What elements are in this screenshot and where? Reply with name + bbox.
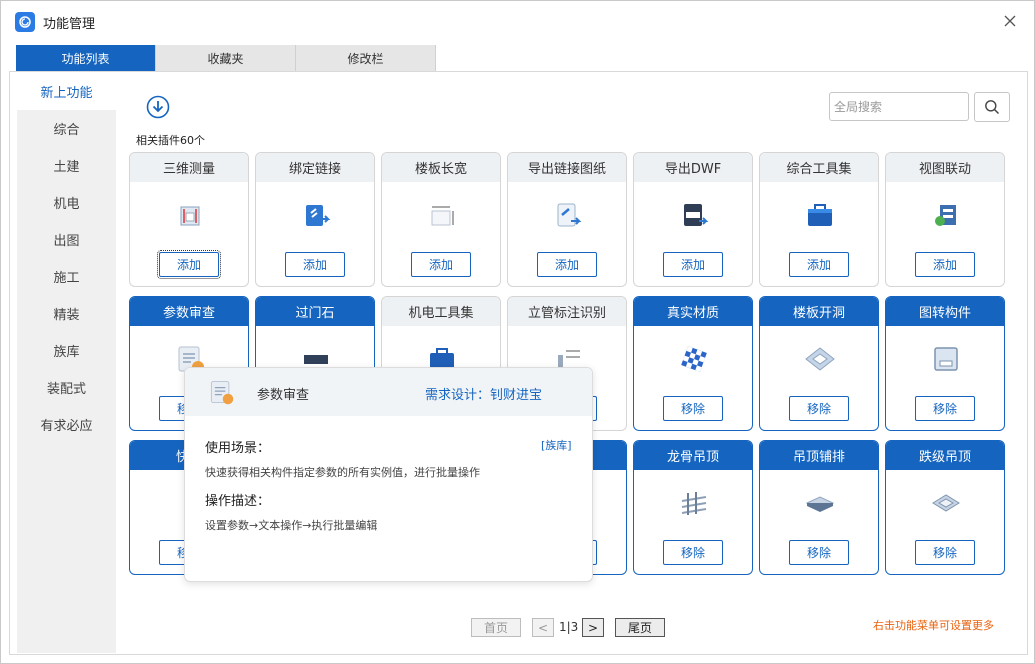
popup-header: 参数审查 需求设计：钊财进宝 xyxy=(185,368,592,416)
sidebar-item-drawing[interactable]: 出图 xyxy=(17,221,116,258)
sidebar-item-family-library[interactable]: 族库 xyxy=(17,332,116,369)
add-button[interactable]: 添加 xyxy=(537,252,597,277)
card-title: 立管标注识别 xyxy=(508,297,626,326)
card-title: 视图联动 xyxy=(886,153,1004,182)
popup-requirement: 需求设计：钊财进宝 xyxy=(425,388,543,403)
toolbox-icon xyxy=(808,204,832,226)
function-manager-window: 功能管理 功能列表 收藏夹 修改栏 新上功能 综合 土建 机电 出图 施工 精装… xyxy=(0,0,1035,664)
card-title: 图转构件 xyxy=(886,297,1004,326)
plugin-card-ceiling-layout: 吊顶铺排 移除 xyxy=(759,440,879,575)
plugin-card-stepped-ceiling: 跌级吊顶 移除 xyxy=(885,440,1005,575)
sidebar-item-general[interactable]: 综合 xyxy=(17,110,116,147)
app-logo-icon xyxy=(15,12,35,32)
parameter-review-icon xyxy=(210,381,234,405)
family-library-link[interactable]: [族库] xyxy=(541,437,572,453)
measure-3d-icon xyxy=(180,206,200,226)
ceiling-layout-icon xyxy=(805,496,835,512)
sidebar-item-finishing[interactable]: 精装 xyxy=(17,295,116,332)
slab-opening-icon xyxy=(805,347,835,371)
sidebar-item-construction[interactable]: 施工 xyxy=(17,258,116,295)
card-title: 综合工具集 xyxy=(760,153,878,182)
sidebar-item-prefab[interactable]: 装配式 xyxy=(17,369,116,406)
plugin-card-export-link-drawing: 导出链接图纸 添加 xyxy=(507,152,627,287)
search-icon xyxy=(985,100,1000,115)
card-title: 龙骨吊顶 xyxy=(634,441,752,470)
card-title: 参数审查 xyxy=(130,297,248,326)
close-icon[interactable] xyxy=(1000,11,1020,31)
context-menu-hint: 右击功能菜单可设置更多 xyxy=(873,619,994,632)
tab-favorites[interactable]: 收藏夹 xyxy=(156,45,296,71)
keel-ceiling-icon xyxy=(681,492,707,515)
category-sidebar: 新上功能 综合 土建 机电 出图 施工 精装 族库 装配式 有求必应 xyxy=(17,73,116,653)
add-button[interactable]: 添加 xyxy=(915,252,975,277)
remove-button[interactable]: 移除 xyxy=(663,396,723,421)
card-title: 三维测量 xyxy=(130,153,248,182)
add-button[interactable]: 添加 xyxy=(789,252,849,277)
remove-button[interactable]: 移除 xyxy=(915,540,975,565)
plugin-card-keel-ceiling: 龙骨吊顶 移除 xyxy=(633,440,753,575)
prev-page-button[interactable]: < xyxy=(532,618,554,637)
plugin-card-drawing-to-component: 图转构件 移除 xyxy=(885,296,1005,431)
drawing-to-component-icon xyxy=(934,347,958,371)
card-title: 楼板开洞 xyxy=(760,297,878,326)
plugin-card-3d-measure: 三维测量 添加 xyxy=(129,152,249,287)
tab-bar: 功能列表 收藏夹 修改栏 xyxy=(16,45,436,71)
sidebar-item-mep[interactable]: 机电 xyxy=(17,184,116,221)
tab-edit-bar[interactable]: 修改栏 xyxy=(296,45,436,71)
operation-heading: 操作描述： xyxy=(205,494,271,509)
bind-link-icon xyxy=(306,205,331,226)
remove-button[interactable]: 移除 xyxy=(915,396,975,421)
plugin-card-slab-opening: 楼板开洞 移除 xyxy=(759,296,879,431)
usage-scenario-text: 快速获得相关构件指定参数的所有实例值，进行批量操作 xyxy=(205,466,480,479)
plugin-card-view-sync: 视图联动 添加 xyxy=(885,152,1005,287)
title-bar: 功能管理 xyxy=(1,1,1034,41)
plugin-card-slab-dimension: 楼板长宽 添加 xyxy=(381,152,501,287)
next-page-button[interactable]: > xyxy=(582,618,604,637)
tab-function-list[interactable]: 功能列表 xyxy=(16,45,156,71)
plugin-card-bind-link: 绑定链接 添加 xyxy=(255,152,375,287)
sidebar-item-requests[interactable]: 有求必应 xyxy=(17,406,116,443)
plugin-count-label: 相关插件60个 xyxy=(136,134,205,147)
plugin-card-export-dwf: 导出DWF 添加 xyxy=(633,152,753,287)
page-indicator: 1|3 xyxy=(559,620,579,634)
card-title: 吊顶铺排 xyxy=(760,441,878,470)
card-title: 过门石 xyxy=(256,297,374,326)
plugin-card-toolbox: 综合工具集 添加 xyxy=(759,152,879,287)
download-icon[interactable] xyxy=(146,95,170,119)
card-title: 机电工具集 xyxy=(382,297,500,326)
search-button[interactable] xyxy=(974,92,1010,122)
add-button[interactable]: 添加 xyxy=(663,252,723,277)
popup-plugin-name: 参数审查 xyxy=(257,388,310,403)
export-link-drawing-icon xyxy=(557,203,582,227)
add-button[interactable]: 添加 xyxy=(157,250,221,279)
card-title: 楼板长宽 xyxy=(382,153,500,182)
plugin-card-material: 真实材质 移除 xyxy=(633,296,753,431)
card-title: 跌级吊顶 xyxy=(886,441,1004,470)
global-search-input[interactable] xyxy=(829,92,969,121)
add-button[interactable]: 添加 xyxy=(285,252,345,277)
usage-scenario-heading: 使用场景： xyxy=(205,441,271,456)
view-sync-icon xyxy=(935,205,956,226)
remove-button[interactable]: 移除 xyxy=(789,396,849,421)
first-page-button[interactable]: 首页 xyxy=(471,618,521,637)
stepped-ceiling-icon xyxy=(932,494,960,512)
remove-button[interactable]: 移除 xyxy=(789,540,849,565)
card-title: 真实材质 xyxy=(634,297,752,326)
card-title: 导出链接图纸 xyxy=(508,153,626,182)
remove-button[interactable]: 移除 xyxy=(663,540,723,565)
slab-dimension-icon xyxy=(431,206,454,226)
material-icon xyxy=(681,346,707,372)
sidebar-item-civil[interactable]: 土建 xyxy=(17,147,116,184)
sidebar-item-new[interactable]: 新上功能 xyxy=(17,73,116,110)
add-button[interactable]: 添加 xyxy=(411,252,471,277)
export-dwf-icon xyxy=(684,204,709,226)
operation-text: 设置参数→文本操作→执行批量编辑 xyxy=(205,519,378,532)
card-title: 导出DWF xyxy=(634,153,752,182)
card-title: 绑定链接 xyxy=(256,153,374,182)
window-title: 功能管理 xyxy=(43,17,96,32)
plugin-detail-popup: 参数审查 需求设计：钊财进宝 使用场景： [族库] 快速获得相关构件指定参数的所… xyxy=(184,367,593,582)
last-page-button[interactable]: 尾页 xyxy=(615,618,665,637)
